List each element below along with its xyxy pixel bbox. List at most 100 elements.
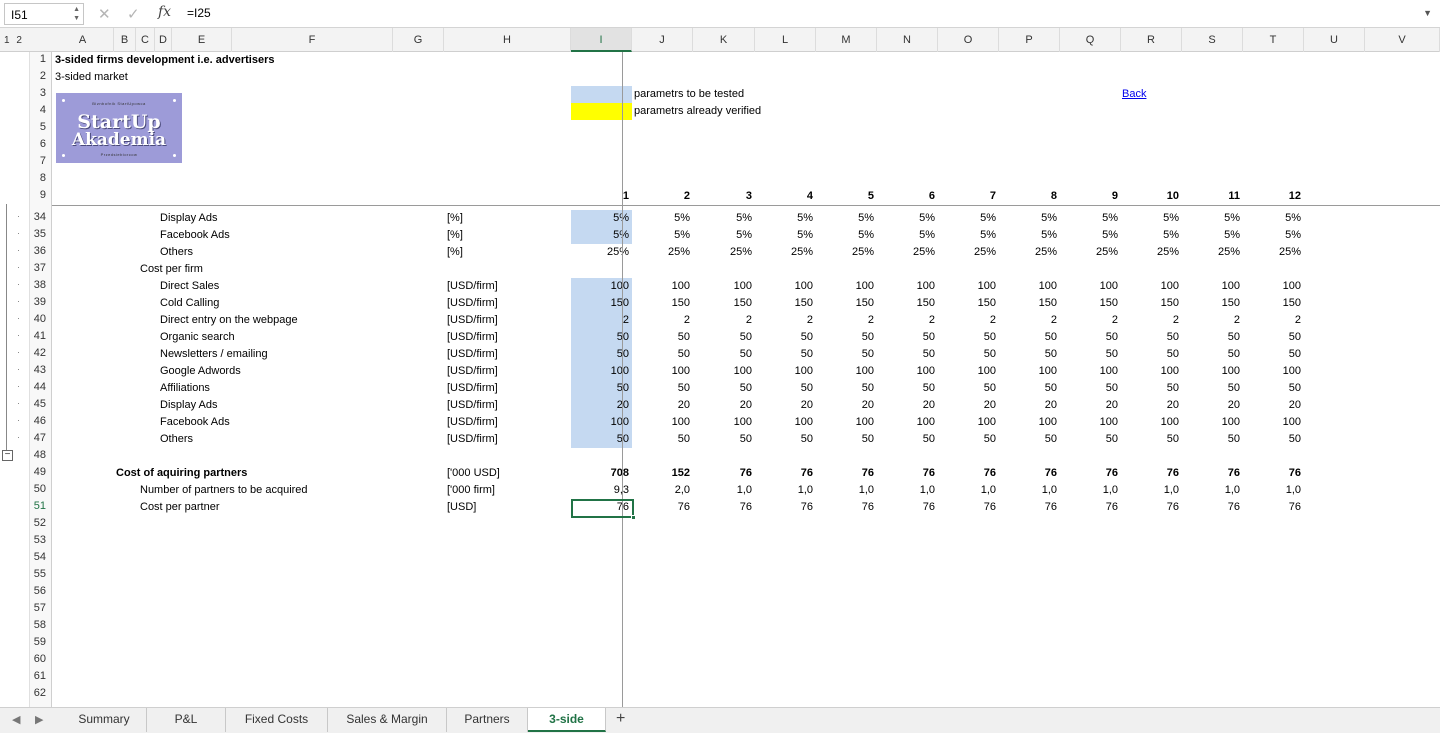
- row-header-40[interactable]: 40: [34, 313, 46, 325]
- value-cell[interactable]: 50: [571, 380, 629, 397]
- value-cell[interactable]: 100: [999, 278, 1057, 295]
- value-cell[interactable]: 1,0: [1182, 482, 1240, 499]
- value-cell[interactable]: 100: [632, 363, 690, 380]
- value-cell[interactable]: 50: [877, 346, 935, 363]
- value-cell[interactable]: 50: [999, 380, 1057, 397]
- value-cell[interactable]: 50: [1060, 329, 1118, 346]
- value-cell[interactable]: 5%: [1060, 210, 1118, 227]
- value-cell[interactable]: 100: [999, 363, 1057, 380]
- row-header-1[interactable]: 1: [40, 53, 46, 65]
- value-cell[interactable]: 76: [1182, 499, 1240, 516]
- value-cell[interactable]: 76: [877, 465, 935, 482]
- value-cell[interactable]: 25%: [693, 244, 752, 261]
- value-cell[interactable]: 150: [877, 295, 935, 312]
- name-box-spinner-icon[interactable]: ▲ ▼: [73, 5, 80, 23]
- value-cell[interactable]: 100: [1182, 363, 1240, 380]
- value-cell[interactable]: 50: [632, 329, 690, 346]
- value-cell[interactable]: 100: [999, 414, 1057, 431]
- worksheet-grid[interactable]: Biznbofnik StartUpowca StartUp Akademia …: [52, 52, 1440, 707]
- row-header-41[interactable]: 41: [34, 330, 46, 342]
- column-header-j[interactable]: J: [632, 28, 693, 52]
- expand-formula-bar-icon[interactable]: ▼: [1423, 8, 1432, 18]
- value-cell[interactable]: 50: [1060, 380, 1118, 397]
- value-cell[interactable]: 50: [938, 346, 996, 363]
- value-cell[interactable]: 50: [1182, 431, 1240, 448]
- value-cell[interactable]: 25%: [816, 244, 874, 261]
- value-cell[interactable]: 50: [1060, 346, 1118, 363]
- column-header-o[interactable]: O: [938, 28, 999, 52]
- value-cell[interactable]: 20: [571, 397, 629, 414]
- value-cell[interactable]: 150: [1121, 295, 1179, 312]
- value-cell[interactable]: 50: [877, 431, 935, 448]
- value-cell[interactable]: 76: [999, 499, 1057, 516]
- value-cell[interactable]: 20: [1243, 397, 1301, 414]
- value-cell[interactable]: 50: [1060, 431, 1118, 448]
- column-header-a[interactable]: A: [52, 28, 114, 52]
- value-cell[interactable]: 25%: [1121, 244, 1179, 261]
- value-cell[interactable]: 5%: [571, 210, 629, 227]
- column-header-u[interactable]: U: [1304, 28, 1365, 52]
- value-cell[interactable]: 150: [1243, 295, 1301, 312]
- row-header-4[interactable]: 4: [40, 104, 46, 116]
- row-header-61[interactable]: 61: [34, 670, 46, 682]
- value-cell[interactable]: 5%: [1243, 227, 1301, 244]
- value-cell[interactable]: 100: [571, 278, 629, 295]
- value-cell[interactable]: 50: [632, 431, 690, 448]
- value-cell[interactable]: 76: [755, 465, 813, 482]
- value-cell[interactable]: 152: [632, 465, 690, 482]
- value-cell[interactable]: 100: [632, 414, 690, 431]
- value-cell[interactable]: 50: [999, 346, 1057, 363]
- value-cell[interactable]: 25%: [877, 244, 935, 261]
- value-cell[interactable]: 2: [693, 312, 752, 329]
- value-cell[interactable]: 20: [755, 397, 813, 414]
- value-cell[interactable]: 100: [1121, 414, 1179, 431]
- row-header-57[interactable]: 57: [34, 602, 46, 614]
- value-cell[interactable]: 150: [816, 295, 874, 312]
- value-cell[interactable]: 76: [693, 499, 752, 516]
- sheet-tab-sales-margin[interactable]: Sales & Margin: [328, 708, 447, 732]
- row-header-38[interactable]: 38: [34, 279, 46, 291]
- value-cell[interactable]: 100: [877, 278, 935, 295]
- value-cell[interactable]: 100: [1121, 278, 1179, 295]
- value-cell[interactable]: 5%: [1243, 210, 1301, 227]
- value-cell[interactable]: 2: [877, 312, 935, 329]
- value-cell[interactable]: 50: [571, 431, 629, 448]
- row-header-8[interactable]: 8: [40, 172, 46, 184]
- value-cell[interactable]: 50: [1182, 346, 1240, 363]
- column-header-t[interactable]: T: [1243, 28, 1304, 52]
- row-header-6[interactable]: 6: [40, 138, 46, 150]
- value-cell[interactable]: 2: [1182, 312, 1240, 329]
- value-cell[interactable]: 50: [877, 329, 935, 346]
- value-cell[interactable]: 50: [755, 431, 813, 448]
- column-header-v[interactable]: V: [1365, 28, 1440, 52]
- value-cell[interactable]: 5%: [877, 210, 935, 227]
- row-header-47[interactable]: 47: [34, 432, 46, 444]
- function-icon[interactable]: fx: [158, 4, 171, 20]
- value-cell[interactable]: 100: [1060, 278, 1118, 295]
- row-header-7[interactable]: 7: [40, 155, 46, 167]
- value-cell[interactable]: 76: [877, 499, 935, 516]
- value-cell[interactable]: 50: [1182, 380, 1240, 397]
- value-cell[interactable]: 50: [1121, 346, 1179, 363]
- row-header-55[interactable]: 55: [34, 568, 46, 580]
- value-cell[interactable]: 1,0: [938, 482, 996, 499]
- value-cell[interactable]: 25%: [999, 244, 1057, 261]
- value-cell[interactable]: 5%: [755, 227, 813, 244]
- value-cell[interactable]: 1,0: [1243, 482, 1301, 499]
- value-cell[interactable]: 76: [1121, 499, 1179, 516]
- value-cell[interactable]: 50: [1182, 329, 1240, 346]
- value-cell[interactable]: 2: [571, 312, 629, 329]
- value-cell[interactable]: 100: [571, 414, 629, 431]
- value-cell[interactable]: 100: [938, 363, 996, 380]
- value-cell[interactable]: 100: [938, 414, 996, 431]
- value-cell[interactable]: 50: [999, 329, 1057, 346]
- value-cell[interactable]: 2: [938, 312, 996, 329]
- value-cell[interactable]: 5%: [999, 210, 1057, 227]
- value-cell[interactable]: 5%: [816, 227, 874, 244]
- value-cell[interactable]: 5%: [632, 227, 690, 244]
- value-cell[interactable]: 25%: [938, 244, 996, 261]
- row-header-35[interactable]: 35: [34, 228, 46, 240]
- value-cell[interactable]: 100: [816, 414, 874, 431]
- value-cell[interactable]: 20: [999, 397, 1057, 414]
- row-header-60[interactable]: 60: [34, 653, 46, 665]
